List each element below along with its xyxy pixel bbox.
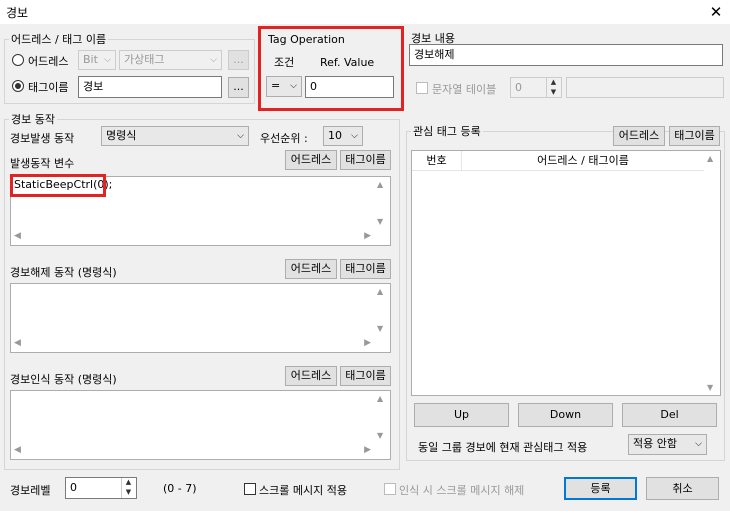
tag-name-input[interactable]: 경보	[78, 76, 222, 98]
spin-up-icon[interactable]: ▲	[547, 78, 560, 88]
release-vscroll[interactable]: ▲ ▼	[374, 284, 390, 336]
watch-tag-button[interactable]: 태그이름	[669, 126, 720, 146]
address-browse-button[interactable]: ...	[228, 50, 249, 70]
close-button[interactable]: ✕	[702, 0, 730, 24]
apply-group-label: 동일 그룹 경보에 현재 관심태그 적용	[418, 441, 588, 454]
scroll-up-icon[interactable]: ▲	[377, 287, 383, 296]
release-tag-button[interactable]: 태그이름	[340, 259, 391, 279]
scroll-left-icon[interactable]: ◀	[14, 231, 21, 241]
string-index-spinner[interactable]: ▲ ▼	[546, 78, 560, 97]
scroll-down-icon[interactable]: ▼	[377, 217, 383, 226]
scroll-left-icon[interactable]: ◀	[14, 445, 21, 455]
release-script-textarea[interactable]: ▲ ▼ ◀ ▶	[10, 283, 391, 353]
condition-label: 조건	[274, 56, 295, 69]
tag-browse-button[interactable]: ...	[228, 77, 249, 98]
chevron-down-icon: ⌵	[210, 55, 217, 65]
scroll-down-icon[interactable]: ▼	[377, 324, 383, 333]
trigger-type-select[interactable]: 명령식 ⌵	[101, 126, 249, 146]
apply-group-select[interactable]: 적용 안함 ⌵	[628, 434, 707, 455]
watch-tags-list[interactable]: 번호 어드레스 / 태그이름 ▲ ▼	[411, 150, 721, 396]
string-table-display	[566, 77, 724, 98]
ack-tag-button[interactable]: 태그이름	[340, 366, 391, 386]
string-table-label: 문자열 테이블	[432, 83, 497, 96]
condition-select[interactable]: = ⌵	[266, 76, 302, 97]
scroll-release-label: 인식 시 스크롤 메시지 해제	[399, 484, 525, 497]
scroll-left-icon[interactable]: ◀	[14, 338, 21, 348]
ref-value-label: Ref. Value	[320, 56, 375, 69]
ack-hscroll[interactable]: ◀ ▶	[11, 443, 374, 459]
scroll-down-icon[interactable]: ▼	[707, 383, 713, 392]
tag-operation-legend: Tag Operation	[268, 33, 345, 46]
scroll-up-icon[interactable]: ▲	[377, 394, 383, 403]
chevron-down-icon: ⌵	[237, 131, 244, 141]
address-radio[interactable]	[12, 54, 24, 66]
alarm-action-legend: 경보 동작	[11, 113, 55, 126]
list-header: 번호 어드레스 / 태그이름	[412, 151, 704, 171]
spin-down-icon[interactable]: ▼	[122, 488, 135, 498]
address-type-select[interactable]: Bit ⌵	[78, 50, 116, 70]
tag-radio[interactable]	[12, 80, 24, 92]
scroll-right-icon[interactable]: ▶	[364, 231, 371, 241]
scroll-right-icon[interactable]: ▶	[364, 445, 371, 455]
spin-down-icon[interactable]: ▼	[547, 88, 560, 98]
address-tag-legend: 어드레스 / 태그 이름	[11, 33, 107, 46]
trigger-action-label: 경보발생 동작	[10, 132, 75, 145]
chevron-down-icon: ⌵	[104, 55, 111, 65]
down-button[interactable]: Down	[518, 403, 613, 427]
list-vscroll[interactable]: ▲ ▼	[704, 151, 720, 395]
trigger-address-button[interactable]: 어드레스	[285, 150, 337, 170]
address-value-select[interactable]: 가상태그 ⌵	[119, 50, 222, 70]
scroll-right-icon[interactable]: ▶	[364, 338, 371, 348]
scroll-up-icon[interactable]: ▲	[377, 180, 383, 189]
trigger-tag-button[interactable]: 태그이름	[340, 150, 391, 170]
watch-address-button[interactable]: 어드레스	[613, 126, 665, 146]
cancel-button[interactable]: 취소	[646, 477, 719, 500]
release-action-label: 경보해제 동작 (명령식)	[10, 266, 117, 279]
scroll-message-label[interactable]: 스크롤 메시지 적용	[259, 482, 347, 498]
scroll-message-checkbox[interactable]	[244, 483, 256, 495]
chevron-down-icon: ⌵	[351, 131, 358, 141]
ack-vscroll[interactable]: ▲ ▼	[374, 391, 390, 443]
window-title: 경보	[6, 6, 29, 20]
del-button[interactable]: Del	[622, 403, 717, 427]
ack-script-textarea[interactable]: ▲ ▼ ◀ ▶	[10, 390, 391, 460]
alarm-message-input[interactable]: 경보해제	[409, 44, 723, 66]
release-hscroll[interactable]: ◀ ▶	[11, 336, 374, 352]
title-bar	[0, 0, 730, 24]
up-button[interactable]: Up	[414, 403, 509, 427]
release-address-button[interactable]: 어드레스	[285, 259, 337, 279]
priority-select[interactable]: 10 ⌵	[323, 126, 363, 146]
priority-label: 우선순위 :	[260, 132, 308, 145]
trigger-hscroll[interactable]: ◀ ▶	[11, 229, 374, 245]
col-address[interactable]: 어드레스 / 태그이름	[462, 151, 704, 171]
scroll-down-icon[interactable]: ▼	[377, 431, 383, 440]
ack-action-label: 경보인식 동작 (명령식)	[10, 373, 117, 386]
ref-value-input[interactable]: 0	[305, 76, 394, 98]
trigger-var-label: 발생동작 변수	[10, 157, 75, 170]
address-radio-label[interactable]: 어드레스	[28, 53, 68, 69]
chevron-down-icon: ⌵	[695, 439, 702, 449]
alarm-level-range: (0 - 7)	[163, 482, 197, 495]
alarm-level-spinner[interactable]: ▲ ▼	[121, 478, 135, 498]
ack-address-button[interactable]: 어드레스	[285, 366, 337, 386]
script-highlight	[10, 174, 106, 197]
chevron-down-icon: ⌵	[290, 81, 297, 91]
scroll-release-checkbox[interactable]	[384, 483, 396, 495]
spin-up-icon[interactable]: ▲	[122, 478, 135, 488]
watch-tags-legend: 관심 태그 등록	[413, 125, 481, 138]
alarm-level-label: 경보레벨	[10, 484, 51, 497]
tag-radio-label[interactable]: 태그이름	[28, 79, 68, 95]
register-button[interactable]: 등록	[564, 477, 637, 500]
col-number[interactable]: 번호	[412, 151, 462, 171]
string-table-checkbox[interactable]	[416, 82, 428, 94]
scroll-up-icon[interactable]: ▲	[707, 154, 713, 163]
trigger-vscroll[interactable]: ▲ ▼	[374, 177, 390, 229]
